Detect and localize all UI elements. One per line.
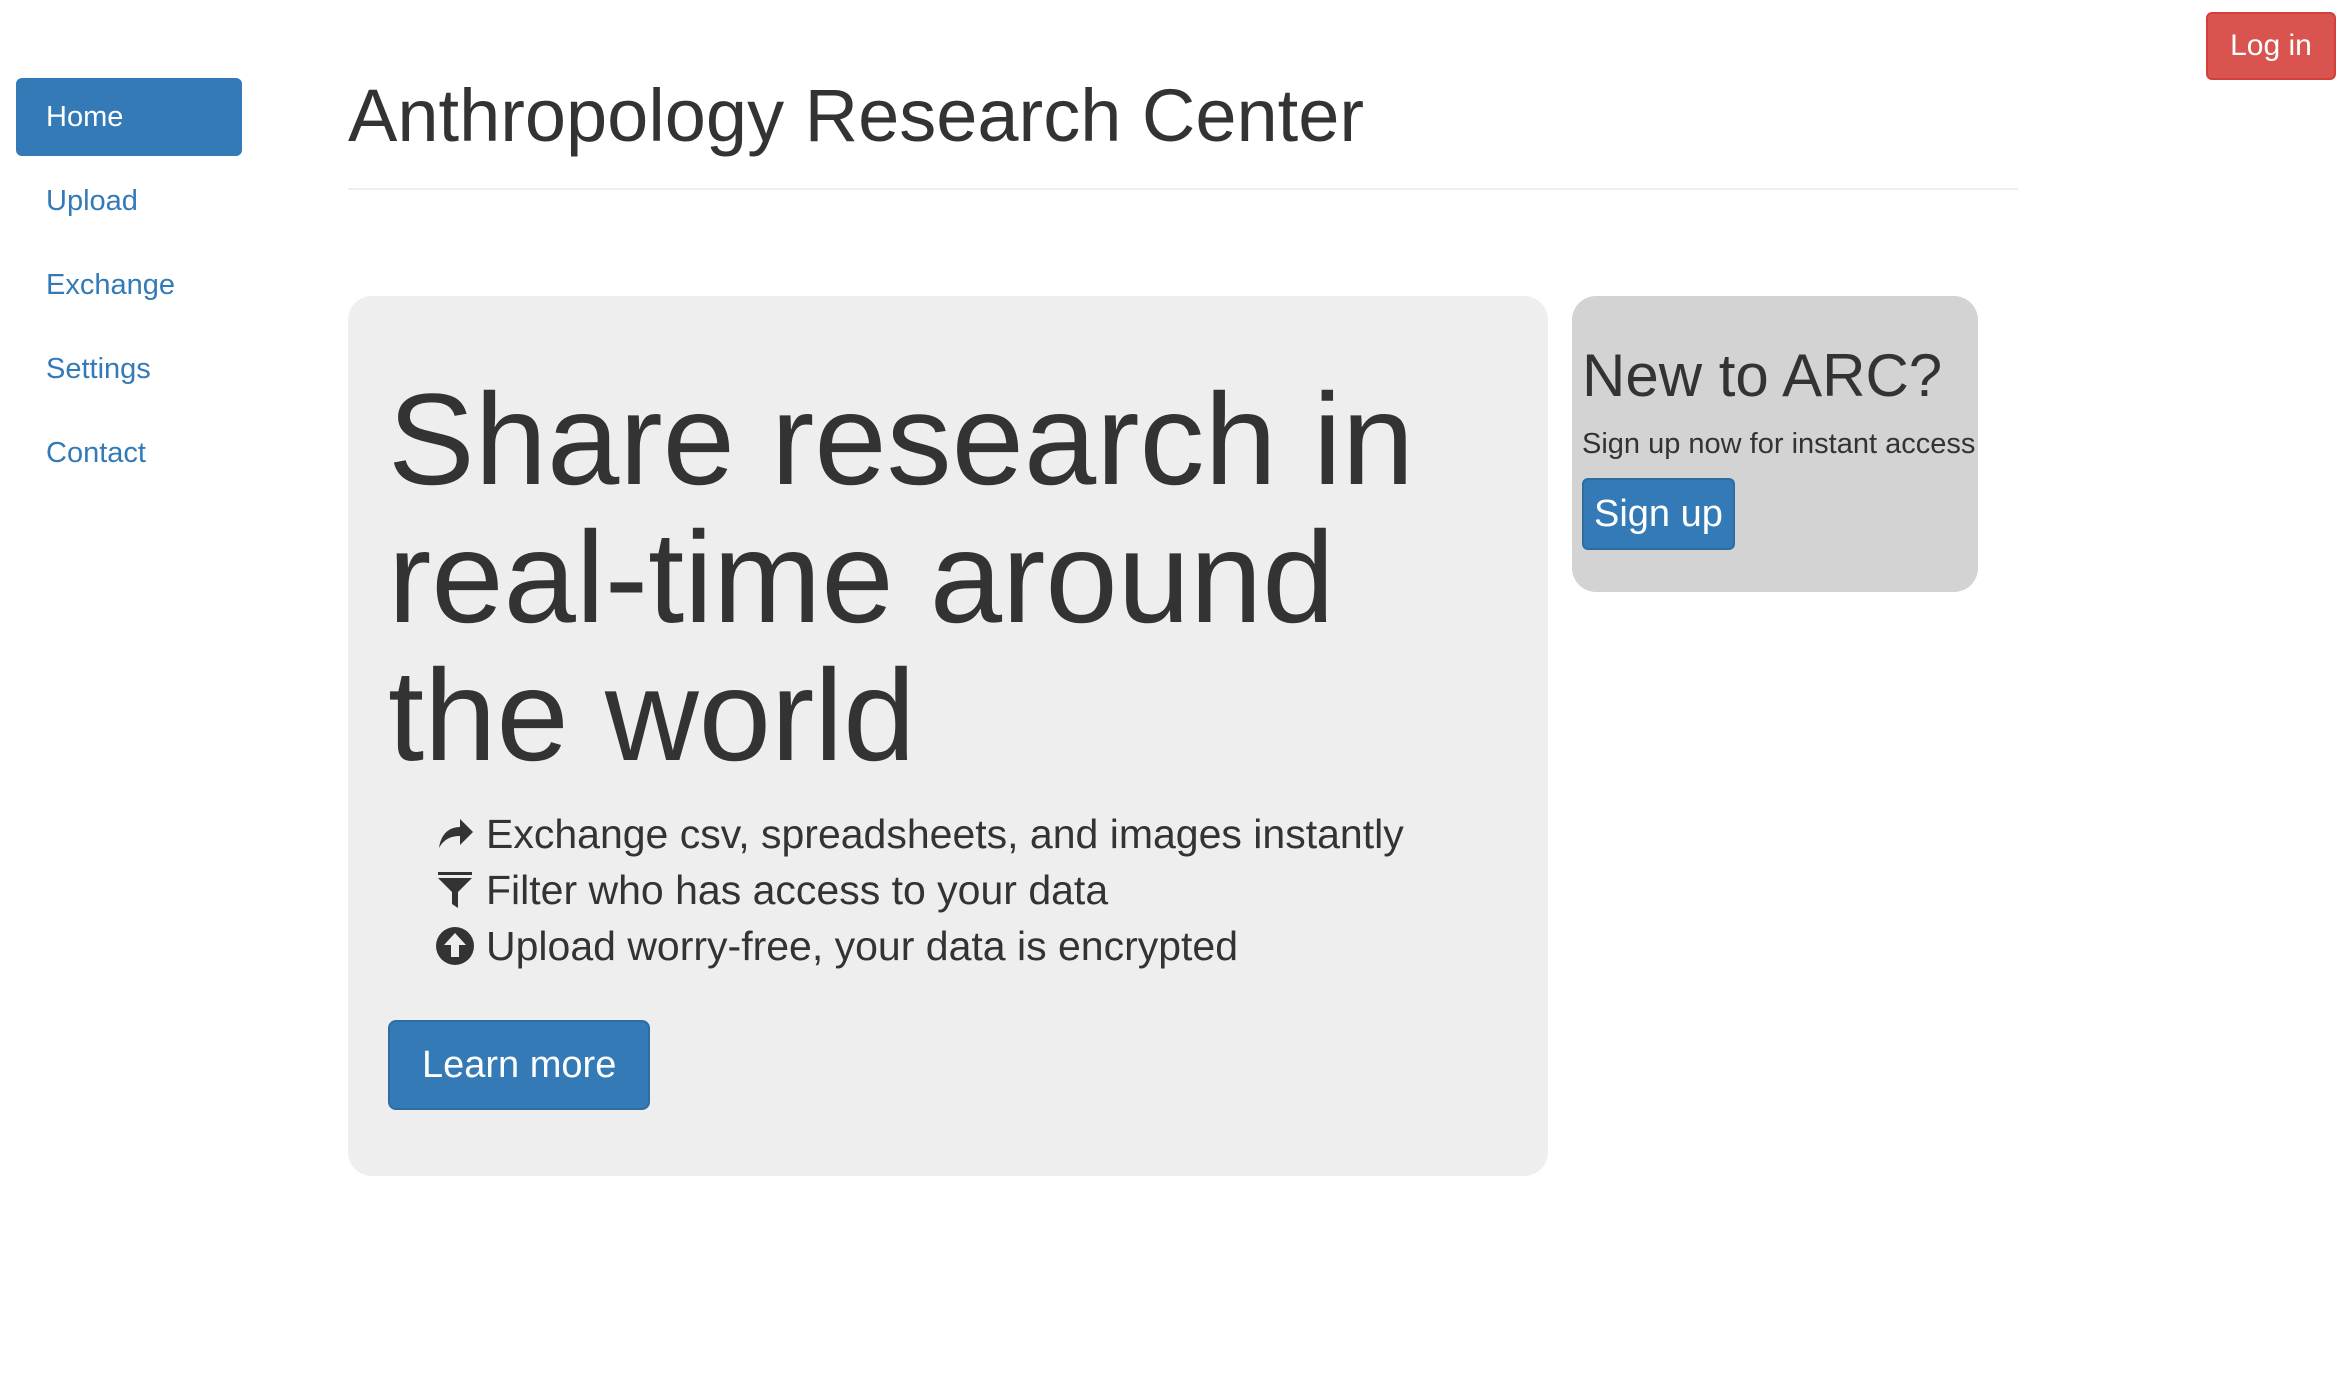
filter-icon — [434, 869, 476, 911]
feature-text: Filter who has access to your data — [486, 866, 1109, 913]
signup-text: Sign up now for instant access — [1582, 428, 1976, 460]
sidebar-item-upload[interactable]: Upload — [16, 162, 242, 240]
sidebar-item-home[interactable]: Home — [16, 78, 242, 156]
feature-text: Exchange csv, spreadsheets, and images i… — [486, 810, 1404, 857]
feature-list: Exchange csv, spreadsheets, and images i… — [434, 806, 1508, 974]
page-title: Anthropology Research Center — [348, 74, 1365, 157]
hero-heading: Share research in real-time around the w… — [388, 366, 1415, 788]
upload-circle-icon — [434, 925, 476, 967]
share-arrow-icon — [434, 813, 476, 855]
signup-title: New to ARC? — [1582, 342, 1943, 409]
signup-button[interactable]: Sign up — [1582, 478, 1735, 550]
feature-text: Upload worry-free, your data is encrypte… — [486, 922, 1239, 969]
signup-panel: New to ARC? Sign up now for instant acce… — [1572, 296, 1978, 592]
sidebar-item-settings[interactable]: Settings — [16, 330, 242, 408]
feature-item: Upload worry-free, your data is encrypte… — [434, 918, 1508, 974]
hero-jumbotron: Share research in real-time around the w… — [348, 296, 1548, 1176]
learn-more-button[interactable]: Learn more — [388, 1020, 651, 1110]
login-button[interactable]: Log in — [2206, 12, 2336, 80]
sidebar-item-exchange[interactable]: Exchange — [16, 246, 242, 324]
sidebar-nav: Home Upload Exchange Settings Contact — [16, 78, 242, 498]
feature-item: Exchange csv, spreadsheets, and images i… — [434, 806, 1508, 862]
sidebar-item-contact[interactable]: Contact — [16, 414, 242, 492]
feature-item: Filter who has access to your data — [434, 862, 1508, 918]
title-divider — [348, 188, 2018, 190]
